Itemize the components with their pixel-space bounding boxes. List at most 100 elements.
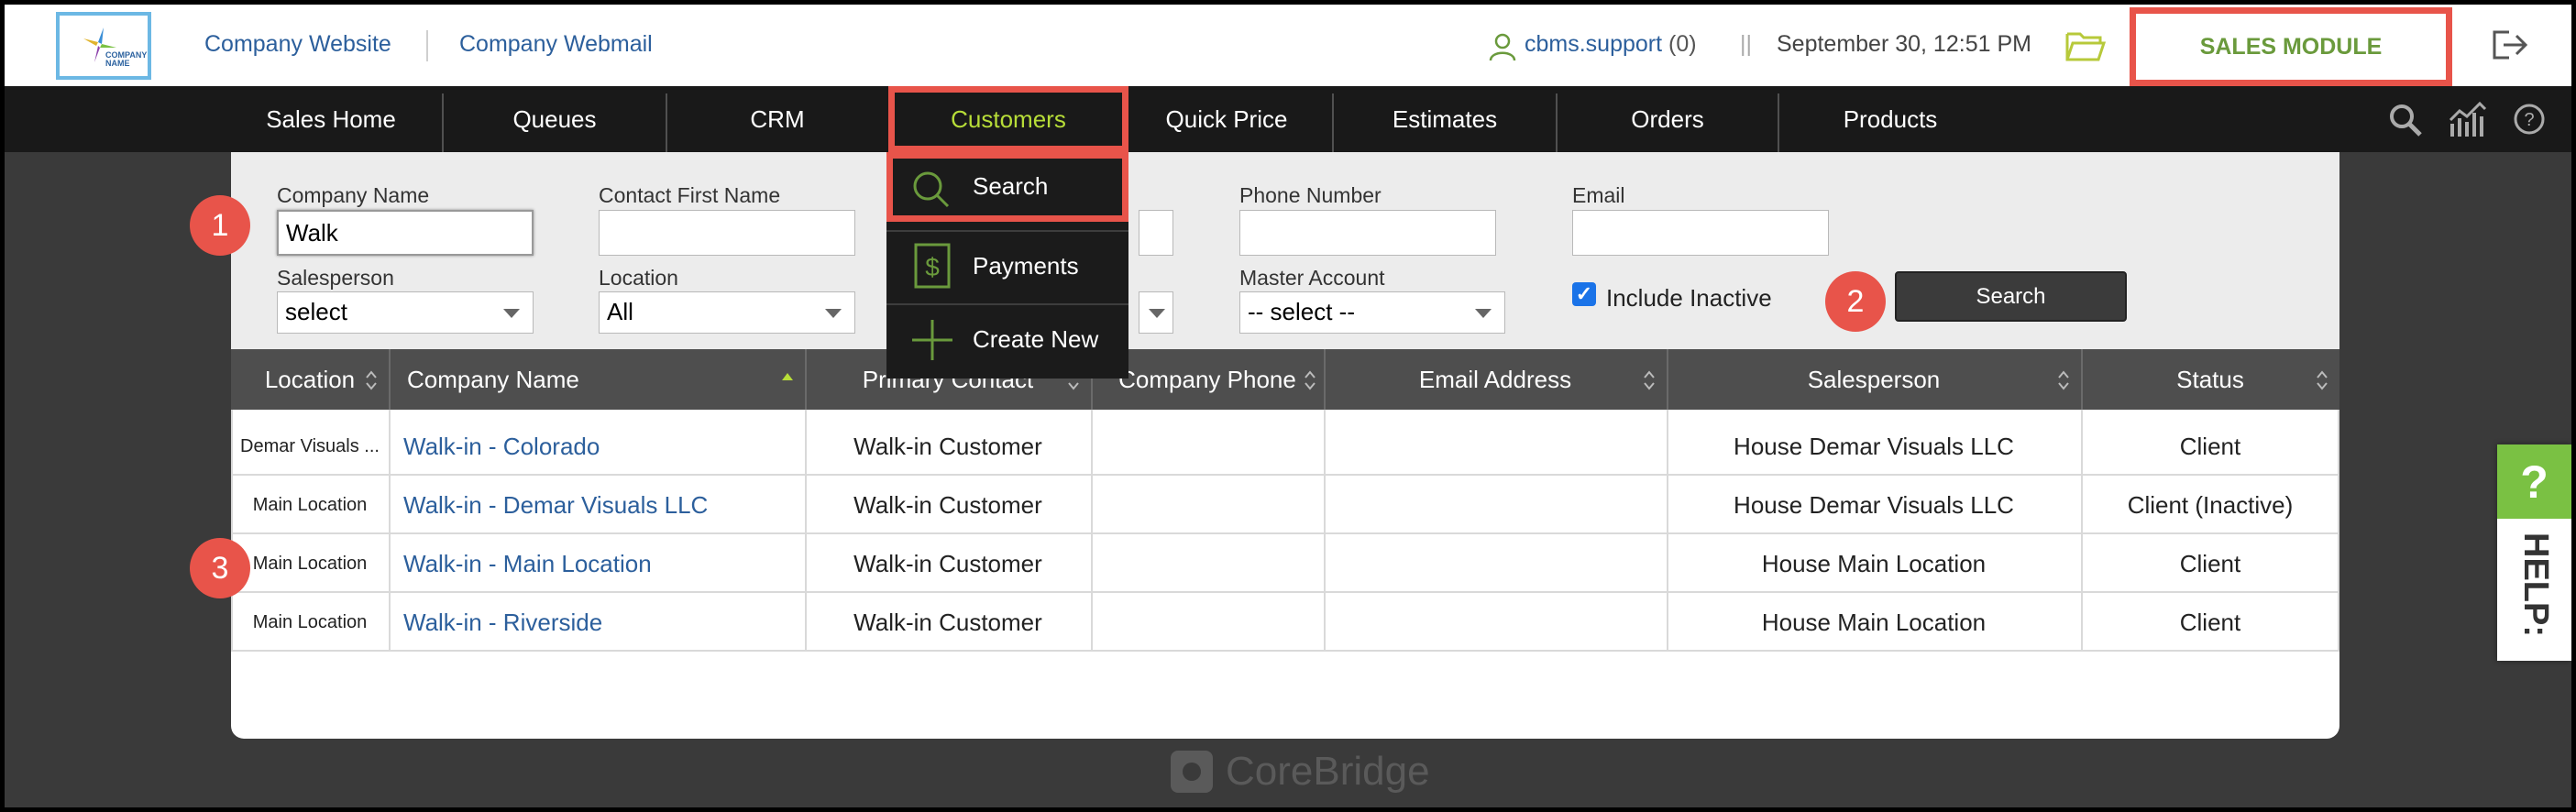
user-separator: || [1740, 31, 1752, 57]
col-divider [1324, 349, 1326, 410]
customer-search-panel: Company Name Walk Contact First Name Pho… [231, 152, 2339, 739]
table-row[interactable]: Main Location Walk-in - Riverside Walk-i… [231, 593, 2339, 652]
user-name: cbms.support [1525, 31, 1663, 57]
col-status-label: Status [2176, 365, 2244, 393]
menu-item-search[interactable]: Search [886, 152, 1128, 222]
col-divider [2081, 410, 2083, 652]
search-icon[interactable] [2388, 103, 2423, 142]
table-row[interactable]: Main Location Walk-in - Main Location Wa… [231, 534, 2339, 593]
nav-customers[interactable]: Customers [888, 86, 1128, 152]
phone-number-input[interactable] [1239, 210, 1496, 256]
folder-icon[interactable] [2065, 28, 2107, 68]
col-divider [2081, 349, 2083, 410]
plus-icon [912, 320, 952, 360]
include-inactive-label: Include Inactive [1606, 284, 1772, 312]
nav-crm[interactable]: CRM [667, 86, 887, 152]
help-question-icon: ? [2497, 444, 2571, 519]
sort-icon[interactable] [1304, 369, 1316, 391]
sort-icon[interactable] [365, 369, 378, 391]
chevron-down-icon [503, 309, 520, 318]
logo-text: COMPANY NAME [105, 50, 148, 68]
cell-location: Main Location [252, 494, 368, 515]
nav-sales-home[interactable]: Sales Home [220, 86, 442, 152]
location-label: Location [599, 266, 678, 290]
chevron-down-icon [825, 309, 842, 318]
help-tab[interactable]: ? HELP: [2497, 444, 2571, 661]
email-label: Email [1572, 183, 1625, 207]
cell-status: Client [2179, 432, 2241, 460]
company-webmail-link[interactable]: Company Webmail [459, 31, 653, 58]
col-email-address[interactable]: Email Address [1324, 349, 1667, 410]
cell-company-link[interactable]: Walk-in - Riverside [403, 593, 602, 652]
cell-company-phone [1091, 476, 1324, 534]
chevron-down-icon [1149, 309, 1165, 318]
col-location-label: Location [264, 365, 356, 393]
nav-quick-price[interactable]: Quick Price [1116, 86, 1338, 152]
location-select[interactable]: All [599, 291, 855, 334]
col-divider [2338, 410, 2339, 652]
cell-email [1324, 593, 1667, 652]
reports-chart-icon[interactable] [2449, 101, 2487, 143]
master-account-select[interactable]: -- select -- [1239, 291, 1505, 334]
col-salesperson[interactable]: Salesperson [1667, 349, 2081, 410]
cell-location: Main Location [252, 611, 368, 632]
email-input[interactable] [1572, 210, 1829, 256]
watermark-text: CoreBridge [1226, 749, 1430, 794]
location-value: All [607, 298, 633, 325]
user-link[interactable]: cbms.support (0) [1525, 31, 1697, 58]
contact-first-name-input[interactable] [599, 210, 855, 256]
logout-icon[interactable] [2491, 27, 2531, 68]
sort-icon[interactable] [2316, 369, 2328, 391]
col-status[interactable]: Status [2081, 349, 2339, 410]
contact-last-name-input[interactable] [1139, 210, 1173, 256]
company-logo[interactable]: COMPANY NAME [56, 12, 151, 80]
company-name-input[interactable]: Walk [277, 210, 534, 256]
salesperson-label: Salesperson [277, 266, 394, 290]
annotation-badge-3: 3 [190, 538, 250, 598]
col-company-name[interactable]: Company Name [389, 349, 805, 410]
sort-icon[interactable] [1643, 369, 1656, 391]
nav-estimates[interactable]: Estimates [1334, 86, 1556, 152]
col-divider [389, 410, 391, 652]
company-website-link[interactable]: Company Website [204, 31, 391, 58]
col-divider [389, 349, 391, 410]
col-company-phone-label: Company Phone [1118, 365, 1296, 393]
svg-text:$: $ [925, 253, 940, 281]
table-row[interactable]: Main Location Walk-in - Demar Visuals LL… [231, 476, 2339, 534]
hidden-select[interactable] [1139, 291, 1173, 334]
cell-company-link[interactable]: Walk-in - Colorado [403, 417, 600, 476]
table-row[interactable]: Demar Visuals ... Walk-in - Colorado Wal… [231, 417, 2339, 476]
search-icon [913, 171, 950, 208]
cell-company-phone [1091, 417, 1324, 476]
cell-email [1324, 417, 1667, 476]
nav-products[interactable]: Products [1779, 86, 2001, 152]
sort-icon[interactable] [2057, 369, 2070, 391]
col-divider [805, 349, 807, 410]
nav-queues[interactable]: Queues [444, 86, 666, 152]
salesperson-select[interactable]: select [277, 291, 534, 334]
chevron-down-icon [1475, 309, 1492, 318]
cell-company-link[interactable]: Walk-in - Demar Visuals LLC [403, 476, 708, 534]
menu-item-payments-label: Payments [973, 252, 1079, 280]
cell-salesperson: House Demar Visuals LLC [1734, 490, 2014, 519]
cell-company-link[interactable]: Walk-in - Main Location [403, 534, 652, 593]
cell-status: Client [2179, 608, 2241, 636]
corebridge-logo-icon [1171, 751, 1213, 793]
col-divider [231, 410, 233, 652]
col-company-name-label: Company Name [407, 365, 579, 393]
cell-email [1324, 476, 1667, 534]
user-icon [1488, 32, 1517, 66]
menu-item-payments[interactable]: $ Payments [886, 232, 1128, 302]
sort-ascending-icon[interactable] [781, 369, 794, 391]
cell-salesperson: House Demar Visuals LLC [1734, 432, 2014, 460]
annotation-badge-1: 1 [190, 195, 250, 256]
search-button[interactable]: Search [1895, 271, 2127, 322]
help-icon[interactable]: ? [2513, 103, 2546, 140]
menu-item-create-new[interactable]: Create New [886, 305, 1128, 375]
nav-orders[interactable]: Orders [1558, 86, 1778, 152]
link-separator [426, 30, 428, 61]
include-inactive-checkbox[interactable]: ✓ [1572, 282, 1596, 306]
cell-primary-contact: Walk-in Customer [853, 549, 1042, 577]
cell-salesperson: House Main Location [1761, 549, 1987, 577]
sales-module-button[interactable]: SALES MODULE [2130, 7, 2452, 86]
